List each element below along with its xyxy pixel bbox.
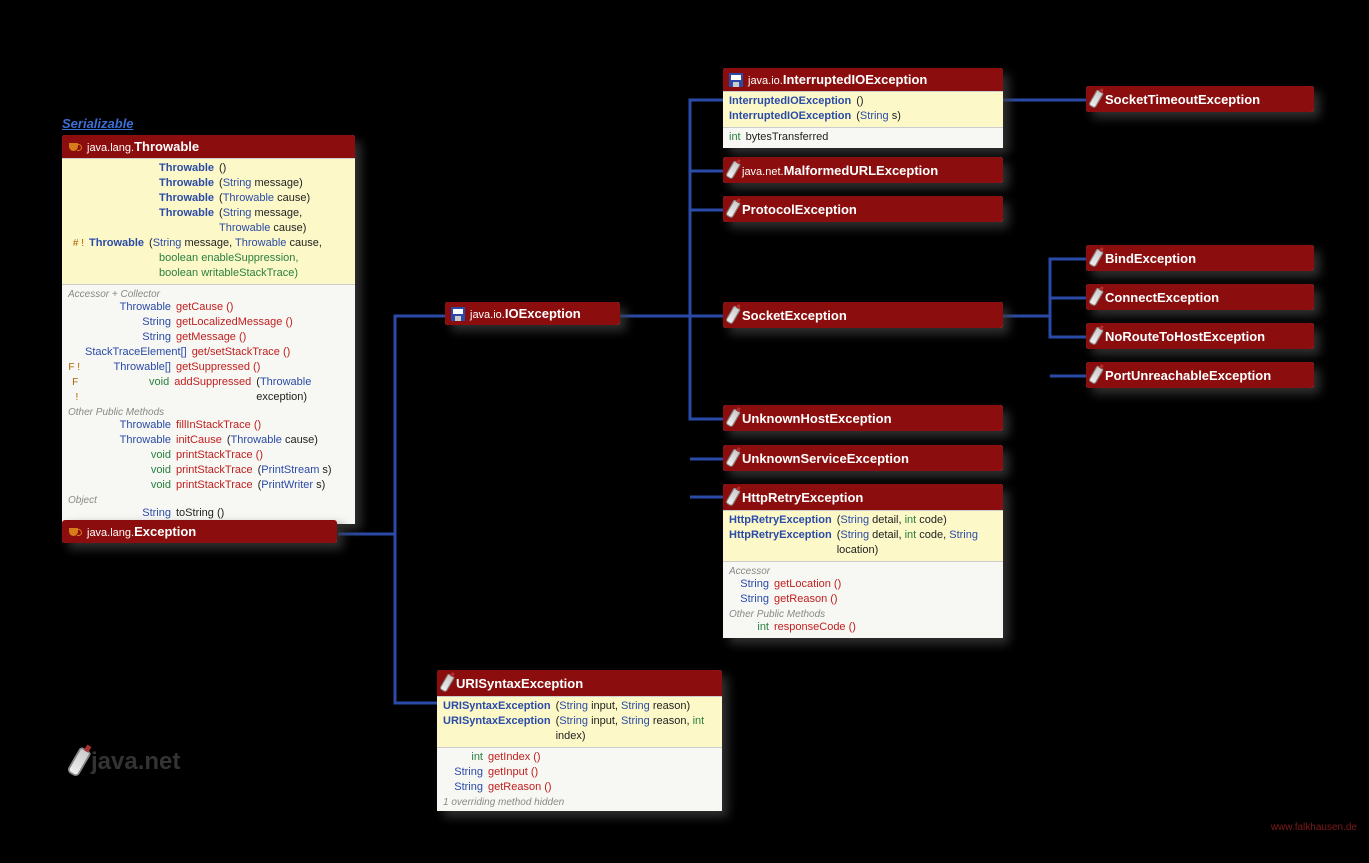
class-bottle-icon [725, 305, 741, 325]
class-portunreachableexception: PortUnreachableException [1086, 362, 1314, 388]
class-bottle-icon [1088, 326, 1104, 346]
class-malformedurlexception: java.net.MalformedURLException [723, 157, 1003, 183]
urisyntax-constructors: URISyntaxException(String input, String … [437, 696, 722, 747]
class-urisyntaxexception: URISyntaxException URISyntaxException(St… [437, 670, 722, 811]
class-bottle-icon [725, 408, 741, 428]
class-bottle-icon [1088, 365, 1104, 385]
throwable-methods: Accessor + Collector ThrowablegetCause (… [62, 284, 355, 524]
class-exception: java.lang.Exception [62, 520, 337, 543]
class-noroutetohostexception: NoRouteToHostException [1086, 323, 1314, 349]
diagram-title: java.net [75, 748, 180, 776]
class-cup-icon [68, 141, 82, 153]
class-socketexception: SocketException [723, 302, 1003, 328]
class-bottle-icon [1088, 287, 1104, 307]
throwable-header: java.lang.Throwable [62, 135, 355, 158]
bottle-icon [66, 746, 91, 777]
class-bottle-icon [439, 673, 455, 693]
class-bottle-icon [725, 160, 741, 180]
class-interruptedioexception: java.io.InterruptedIOException Interrupt… [723, 68, 1003, 148]
class-sockettimeoutexception: SocketTimeoutException [1086, 86, 1314, 112]
credit-link: www.falkhausen.de [1271, 822, 1357, 833]
class-save-icon [729, 73, 743, 87]
class-protocolexception: ProtocolException [723, 196, 1003, 222]
class-bottle-icon [725, 448, 741, 468]
class-cup-icon [68, 526, 82, 538]
class-bottle-icon [725, 199, 741, 219]
class-httpretryexception: HttpRetryException HttpRetryException(St… [723, 484, 1003, 638]
class-connectexception: ConnectException [1086, 284, 1314, 310]
urisyntax-methods: intgetIndex () StringgetInput () Stringg… [437, 747, 722, 811]
class-save-icon [451, 307, 465, 321]
class-ioexception: java.io.IOException [445, 302, 620, 325]
class-throwable: java.lang.Throwable Throwable() Throwabl… [62, 135, 355, 524]
class-bindexception: BindException [1086, 245, 1314, 271]
class-bottle-icon [1088, 89, 1104, 109]
class-bottle-icon [725, 487, 741, 507]
interface-serializable-label: Serializable [62, 116, 134, 131]
class-unknownserviceexception: UnknownServiceException [723, 445, 1003, 471]
class-unknownhostexception: UnknownHostException [723, 405, 1003, 431]
throwable-constructors: Throwable() Throwable(String message) Th… [62, 158, 355, 284]
class-bottle-icon [1088, 248, 1104, 268]
